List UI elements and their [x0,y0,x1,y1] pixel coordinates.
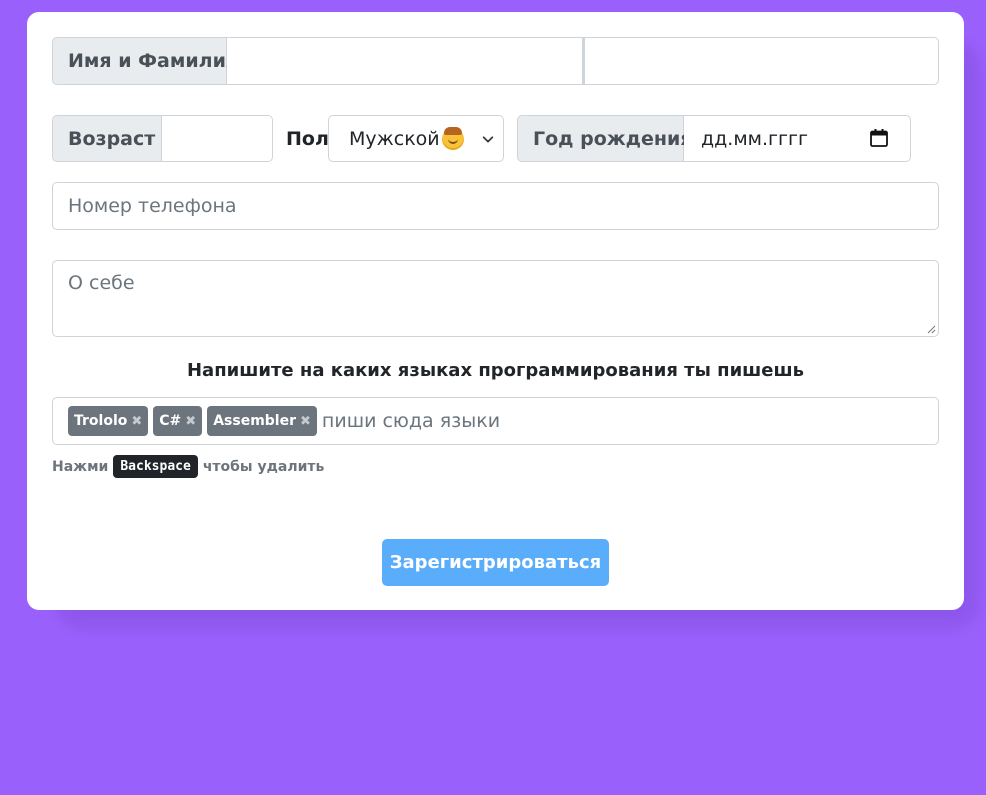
gender-label: Пол [286,127,329,150]
backspace-key: Backspace [113,455,198,478]
tag-label: Assembler [213,413,297,429]
languages-heading: Напишите на каких языках программировани… [186,360,805,381]
tag-assembler: Assembler ✖ [207,406,317,436]
remove-tag-icon[interactable]: ✖ [300,414,311,429]
register-button[interactable]: Зарегистрироваться [382,539,609,586]
birth-date-input[interactable]: дд.мм.гггг [684,115,911,162]
birth-date-placeholder: дд.мм.гггг [701,127,808,150]
name-label: Имя и Фамилия [52,37,238,85]
about-placeholder: О себе [68,272,135,294]
gender-selected-value: Мужской [349,127,440,150]
last-name-input[interactable] [583,37,939,85]
remove-tag-icon[interactable]: ✖ [131,414,142,429]
phone-input[interactable]: Номер телефона [52,182,939,230]
gender-select[interactable]: Мужской [328,115,504,162]
age-input[interactable] [162,115,273,162]
man-face-emoji-icon [441,126,464,150]
resize-handle-icon[interactable] [926,324,936,334]
tags-placeholder: пиши сюда языки [321,410,501,432]
about-textarea[interactable]: О себе [52,260,939,337]
chevron-down-icon [482,135,494,142]
first-name-input[interactable] [227,37,583,85]
registration-card: Имя и Фамилия Возраст Пол Мужской Год ро… [27,12,964,610]
hint-suffix: чтобы удалить [202,458,325,475]
calendar-icon[interactable] [869,128,889,148]
tag-label: Trololo [74,413,128,429]
age-label: Возраст [52,115,162,162]
birth-row: Год рождения дд.мм.гггг [517,115,911,162]
hint-prefix: Нажми [52,458,109,475]
name-row: Имя и Фамилия [52,37,939,85]
birth-label: Год рождения [517,115,693,162]
backspace-hint: Нажми Backspace чтобы удалить [52,455,324,478]
tag-csharp: C# ✖ [153,406,203,436]
tag-label: C# [159,413,182,429]
languages-tags-input[interactable]: Trololo ✖ C# ✖ Assembler ✖ пиши сюда язы… [52,397,939,445]
age-gender-row: Возраст [52,115,273,162]
tag-trololo: Trololo ✖ [68,406,149,436]
remove-tag-icon[interactable]: ✖ [185,414,196,429]
